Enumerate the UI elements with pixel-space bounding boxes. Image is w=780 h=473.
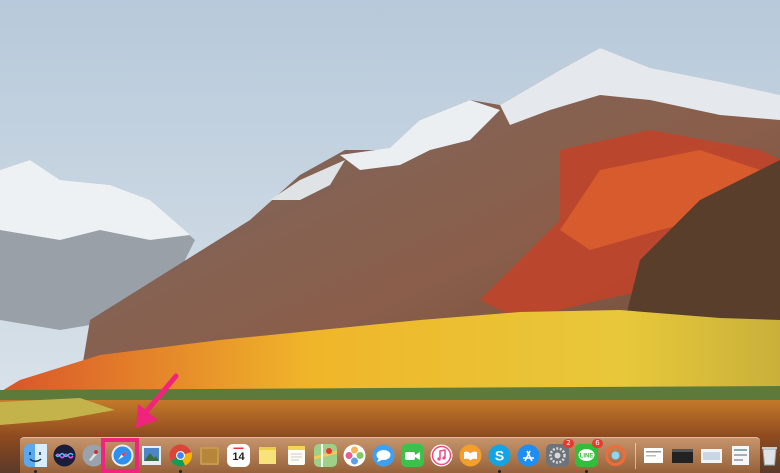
itunes-icon <box>430 444 453 467</box>
trash-icon <box>762 447 777 466</box>
dock-item-itunes[interactable] <box>430 444 453 467</box>
dock-item-maps[interactable] <box>314 444 337 467</box>
dock-item-calendar[interactable]: ▬▬ 14 <box>227 444 250 467</box>
document-icon <box>644 448 663 463</box>
dock-item-notefile[interactable] <box>198 444 221 467</box>
dock-item-preview[interactable] <box>140 444 163 467</box>
dock-item-terminal-window[interactable] <box>671 444 694 467</box>
dock-item-notes[interactable] <box>285 444 308 467</box>
dock-item-chrome[interactable] <box>169 444 192 473</box>
dock-item-cleaner[interactable] <box>604 444 627 467</box>
dock-item-trash[interactable] <box>758 444 780 467</box>
svg-text:LINE: LINE <box>580 454 594 460</box>
dock-item-finder[interactable] <box>24 444 47 473</box>
dock-item-downloads[interactable] <box>729 444 752 467</box>
ibooks-icon <box>459 444 482 467</box>
stickies-icon <box>259 447 276 464</box>
notification-badge: 6 <box>592 439 603 448</box>
dock-item-stickies[interactable] <box>256 444 279 467</box>
calendar-day: 14 <box>232 451 245 463</box>
dock-item-ibooks[interactable] <box>459 444 482 467</box>
maps-icon <box>314 444 337 467</box>
screenshot-stack-icon <box>701 449 722 463</box>
notefile-icon <box>200 447 219 465</box>
dock-item-system-preferences[interactable]: 2 <box>546 439 574 467</box>
dock-item-siri[interactable] <box>53 444 76 467</box>
dock-item-screenshot-stack[interactable] <box>700 444 723 467</box>
preview-icon <box>142 446 161 465</box>
notification-badge: 2 <box>563 439 574 448</box>
cleaner-icon <box>605 445 626 466</box>
dock-divider <box>635 442 636 469</box>
dock-item-photos[interactable] <box>343 444 366 467</box>
dock-item-facetime[interactable] <box>401 444 424 467</box>
downloads-icon <box>732 446 749 465</box>
dock-item-skype[interactable]: S <box>488 444 511 473</box>
wallpaper <box>0 0 780 473</box>
facetime-icon <box>401 444 424 467</box>
notes-icon <box>288 446 305 465</box>
pointer-arrow <box>136 373 179 428</box>
app-store-icon <box>517 444 540 467</box>
siri-icon <box>53 444 76 467</box>
dock-item-app-store[interactable] <box>517 444 540 467</box>
dock-item-messages[interactable] <box>372 444 395 467</box>
terminal-window-icon <box>672 449 693 463</box>
dock-item-document[interactable] <box>642 444 665 467</box>
svg-text:S: S <box>495 448 504 464</box>
dock-item-line[interactable]: LINE 6 <box>575 439 603 473</box>
safari-highlight-box <box>101 438 139 473</box>
skype-icon: S <box>488 444 511 467</box>
photos-icon <box>343 444 366 467</box>
desktop: ▬▬ 14 S 2 LINE 6 <box>0 0 780 473</box>
chrome-icon <box>169 444 192 467</box>
finder-icon <box>24 444 47 467</box>
messages-icon <box>372 444 395 467</box>
